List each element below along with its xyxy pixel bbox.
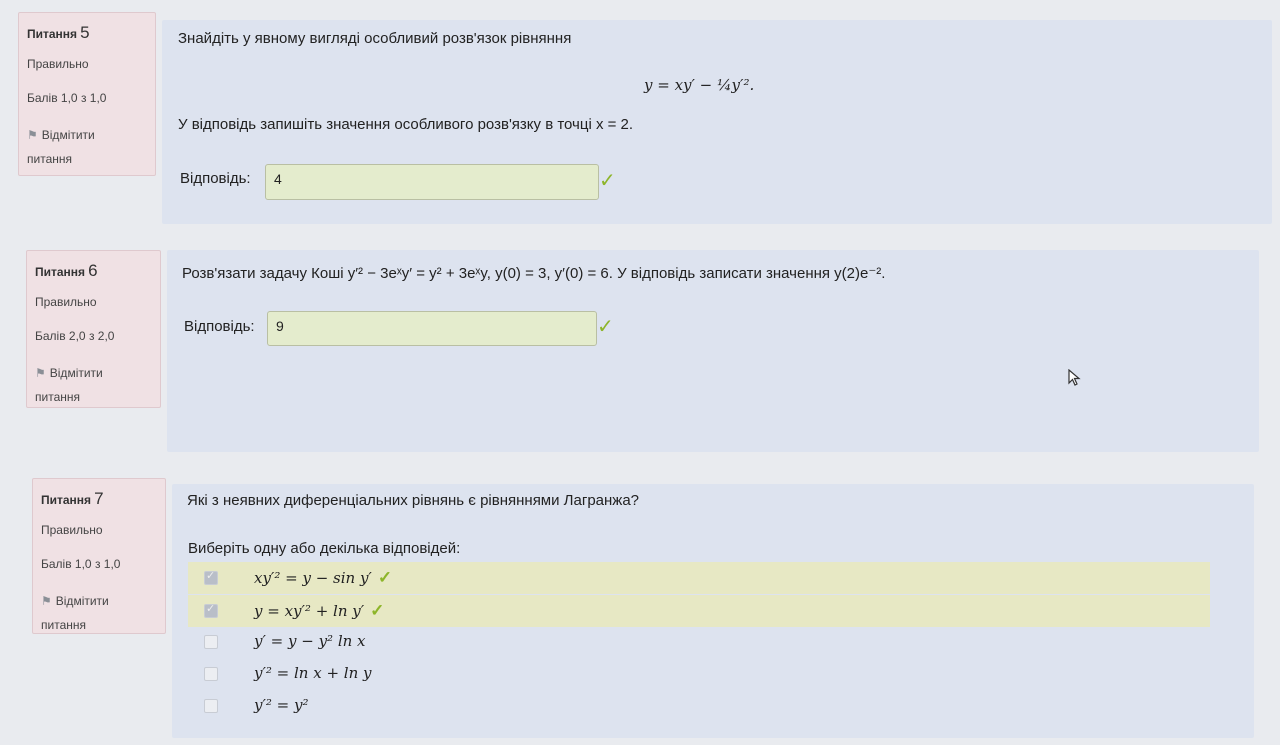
question-text: Які з неявних диференціальних рівнянь є …: [187, 492, 640, 509]
answer-option[interactable]: y′ = y − y² ln x: [188, 626, 1210, 658]
question-info-6: Питання 6 Правильно Балів 2,0 з 2,0 ⚑ Відм…: [26, 250, 161, 408]
answer-input[interactable]: 4: [265, 164, 599, 200]
question-state: Правильно: [41, 523, 103, 537]
answer-label: Відповідь:: [180, 170, 251, 187]
question-content-7: Які з неявних диференціальних рівнянь є …: [172, 484, 1254, 738]
question-number: Питання 5: [27, 23, 90, 42]
answer-option[interactable]: y′² = ln x + ln y: [188, 658, 1210, 690]
question-equation: y = xy′ − ¼y′².: [644, 76, 755, 94]
question-text: Знайдіть у явному вигляді особливий розв…: [178, 30, 572, 47]
option-checkbox[interactable]: [204, 602, 218, 618]
option-text: y′ = y − y² ln x: [254, 632, 366, 650]
answer-option[interactable]: xy′² = y − sin y′✓: [188, 562, 1210, 594]
option-text: y = xy′² + ln y′ ✓: [254, 601, 385, 621]
option-checkbox[interactable]: [204, 569, 218, 585]
question-grade: Балів 1,0 з 1,0: [27, 91, 107, 105]
flag-question-link[interactable]: ⚑ Відмітити питання: [41, 589, 151, 637]
question-instruction: У відповідь запишіть значення особливого…: [178, 116, 634, 133]
question-grade: Балів 1,0 з 1,0: [41, 557, 121, 571]
question-number: Питання 6: [35, 261, 98, 280]
flag-icon: ⚑: [41, 594, 52, 608]
correct-check-icon: ✓: [377, 568, 393, 588]
flag-question-link[interactable]: ⚑ Відмітити питання: [35, 361, 145, 409]
question-number: Питання 7: [41, 489, 104, 508]
correct-check-icon: ✓: [597, 316, 614, 338]
question-text: Розв'язати задачу Коші y′² − 3eˣy′ = y² …: [182, 265, 886, 282]
mouse-cursor-icon: [1068, 369, 1081, 386]
option-checkbox[interactable]: [204, 699, 218, 713]
answer-prompt: Виберіть одну або декілька відповідей:: [188, 540, 461, 557]
answer-option[interactable]: y′² = y²: [188, 690, 1210, 722]
question-content-5: Знайдіть у явному вигляді особливий розв…: [162, 20, 1272, 224]
question-content-6: Розв'язати задачу Коші y′² − 3eˣy′ = y² …: [167, 250, 1259, 452]
answer-input[interactable]: 9: [267, 311, 597, 346]
option-checkbox[interactable]: [204, 667, 218, 681]
question-state: Правильно: [35, 295, 97, 309]
flag-icon: ⚑: [35, 366, 46, 380]
question-info-7: Питання 7 Правильно Балів 1,0 з 1,0 ⚑ Відм…: [32, 478, 166, 634]
correct-check-icon: ✓: [370, 601, 385, 621]
question-state: Правильно: [27, 57, 89, 71]
flag-question-link[interactable]: ⚑ Відмітити питання: [27, 123, 137, 171]
question-grade: Балів 2,0 з 2,0: [35, 329, 115, 343]
flag-icon: ⚑: [27, 128, 38, 142]
option-checkbox[interactable]: [204, 635, 218, 649]
option-text: xy′² = y − sin y′ ✓: [254, 568, 393, 588]
option-text: y′² = y²: [254, 696, 309, 714]
question-info-5: Питання 5 Правильно Балів 1,0 з 1,0 ⚑ Відм…: [18, 12, 156, 176]
answer-label: Відповідь:: [184, 318, 255, 335]
correct-check-icon: ✓: [599, 170, 616, 192]
option-text: y′² = ln x + ln y: [254, 664, 372, 682]
answer-option[interactable]: y = xy′² + ln y′✓: [188, 595, 1210, 627]
